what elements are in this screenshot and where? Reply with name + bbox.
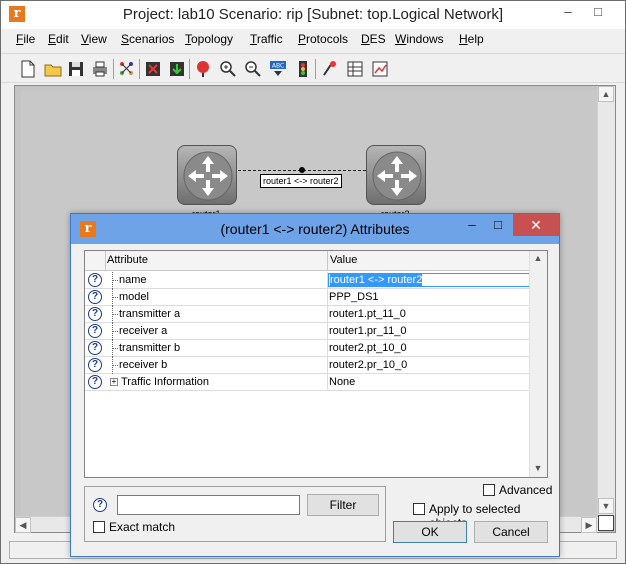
- router2-node[interactable]: [366, 145, 426, 205]
- filter-input[interactable]: [117, 495, 300, 515]
- name-value-text: router1 <-> router2: [330, 274, 423, 286]
- router-icon: [183, 151, 233, 201]
- table-row[interactable]: ? + Traffic Information None: [85, 374, 529, 391]
- menu-bar: File Edit View Scenarios Topology Traffi…: [1, 29, 625, 51]
- graph-icon[interactable]: [370, 59, 390, 79]
- scroll-right-arrow-icon[interactable]: ▶: [581, 517, 597, 533]
- help-icon[interactable]: ?: [88, 307, 102, 321]
- results-icon[interactable]: [345, 59, 365, 79]
- link-label[interactable]: router1 <-> router2: [260, 174, 342, 188]
- dialog-maximize-button[interactable]: □: [483, 214, 513, 236]
- attribute-value[interactable]: router1.pt_11_0: [329, 308, 406, 320]
- window-title: Project: lab10 Scenario: rip [Subnet: to…: [122, 6, 504, 23]
- help-icon[interactable]: ?: [88, 290, 102, 304]
- menu-scenarios[interactable]: Scenarios: [121, 32, 174, 46]
- new-icon[interactable]: [18, 59, 38, 79]
- exact-match-checkbox[interactable]: [93, 521, 105, 533]
- scroll-down-arrow-icon[interactable]: ▼: [530, 461, 546, 477]
- advanced-label[interactable]: Advanced: [499, 483, 552, 497]
- attributes-dialog: r (router1 <-> router2) Attributes – □ ✕…: [70, 213, 560, 557]
- menu-file[interactable]: File: [16, 32, 35, 46]
- table-vertical-scrollbar[interactable]: ▲ ▼: [529, 251, 547, 477]
- menu-view[interactable]: View: [81, 32, 107, 46]
- help-icon[interactable]: ?: [88, 324, 102, 338]
- menu-windows[interactable]: Windows: [395, 32, 444, 46]
- attribute-name: transmitter b: [119, 342, 181, 354]
- attribute-value[interactable]: router2.pr_10_0: [329, 359, 407, 371]
- import-icon[interactable]: [167, 59, 187, 79]
- attribute-value[interactable]: router1.pr_11_0: [329, 325, 406, 337]
- expand-plus-icon[interactable]: +: [110, 378, 118, 386]
- zoom-out-icon[interactable]: [243, 59, 263, 79]
- cancel-button[interactable]: Cancel: [474, 521, 548, 543]
- abc-icon[interactable]: ABC: [268, 59, 288, 79]
- router1-node[interactable]: [177, 145, 237, 205]
- main-titlebar[interactable]: r Project: lab10 Scenario: rip [Subnet: …: [1, 1, 625, 29]
- attribute-name: name: [119, 274, 147, 286]
- link-midpoint: [299, 167, 305, 173]
- toolbar: ABC: [1, 53, 625, 83]
- menu-topology[interactable]: Topology: [185, 32, 233, 46]
- dialog-close-button[interactable]: ✕: [513, 214, 559, 236]
- configure-icon[interactable]: [143, 59, 163, 79]
- help-icon[interactable]: ?: [88, 358, 102, 372]
- filter-panel: ? Filter Exact match: [84, 486, 386, 542]
- table-row[interactable]: ? name router1 <-> router2: [85, 272, 530, 289]
- menu-protocols[interactable]: Protocols: [298, 32, 348, 46]
- menu-help[interactable]: Help: [459, 32, 484, 46]
- palette-icon[interactable]: [117, 59, 137, 79]
- workspace-vertical-scrollbar[interactable]: ▲ ▼: [597, 86, 615, 516]
- col-value-header[interactable]: Value: [330, 254, 357, 266]
- help-icon[interactable]: ?: [88, 341, 102, 355]
- scroll-left-arrow-icon[interactable]: ◀: [15, 517, 31, 533]
- scroll-up-arrow-icon[interactable]: ▲: [530, 251, 546, 267]
- help-icon[interactable]: ?: [88, 375, 102, 389]
- apply-to-selected-checkbox[interactable]: [413, 503, 425, 515]
- menu-edit[interactable]: Edit: [48, 32, 69, 46]
- filter-button[interactable]: Filter: [307, 494, 379, 516]
- attribute-value[interactable]: router2.pt_10_0: [329, 342, 407, 354]
- minimize-button[interactable]: –: [553, 1, 583, 23]
- table-row[interactable]: ? transmitter a router1.pt_11_0: [85, 306, 529, 323]
- svg-text:ABC: ABC: [272, 63, 284, 70]
- exact-match-label[interactable]: Exact match: [109, 520, 175, 534]
- traffic-light-icon[interactable]: [293, 59, 313, 79]
- table-row[interactable]: ? transmitter b router2.pt_10_0: [85, 340, 529, 357]
- menu-traffic[interactable]: Traffic: [250, 32, 283, 46]
- save-icon[interactable]: [66, 59, 86, 79]
- attribute-value[interactable]: PPP_DS1: [329, 291, 379, 303]
- help-icon[interactable]: ?: [88, 273, 102, 287]
- table-row[interactable]: ? receiver b router2.pr_10_0: [85, 357, 529, 374]
- attribute-name: model: [119, 291, 149, 303]
- table-row[interactable]: ? model PPP_DS1: [85, 289, 529, 306]
- attribute-name: Traffic Information: [121, 376, 210, 388]
- attribute-name: receiver a: [119, 325, 168, 337]
- advanced-checkbox[interactable]: [483, 484, 495, 496]
- scroll-down-arrow-icon[interactable]: ▼: [598, 498, 614, 514]
- open-icon[interactable]: [43, 59, 63, 79]
- failure-icon[interactable]: [193, 59, 213, 79]
- router-icon: [372, 151, 422, 201]
- attribute-name: receiver b: [119, 359, 168, 371]
- col-attribute-header[interactable]: Attribute: [107, 254, 148, 266]
- print-icon[interactable]: [90, 59, 110, 79]
- name-value-field[interactable]: router1 <-> router2: [328, 273, 530, 287]
- zoom-in-icon[interactable]: [218, 59, 238, 79]
- table-row[interactable]: ? receiver a router1.pr_11_0: [85, 323, 529, 340]
- menu-des[interactable]: DES: [361, 32, 386, 46]
- scroll-up-arrow-icon[interactable]: ▲: [598, 86, 614, 102]
- table-header: Attribute Value: [85, 251, 529, 271]
- run-icon[interactable]: [320, 59, 340, 79]
- attributes-table: Attribute Value ? name router1 <-> route…: [84, 250, 548, 478]
- attribute-name: transmitter a: [119, 308, 181, 320]
- filter-help-icon[interactable]: ?: [93, 498, 107, 512]
- attribute-value[interactable]: None: [329, 376, 355, 388]
- ok-button[interactable]: OK: [393, 521, 467, 543]
- dialog-titlebar[interactable]: r (router1 <-> router2) Attributes – □ ✕: [71, 214, 559, 244]
- maximize-button[interactable]: □: [583, 1, 613, 23]
- overview-icon[interactable]: [598, 515, 614, 531]
